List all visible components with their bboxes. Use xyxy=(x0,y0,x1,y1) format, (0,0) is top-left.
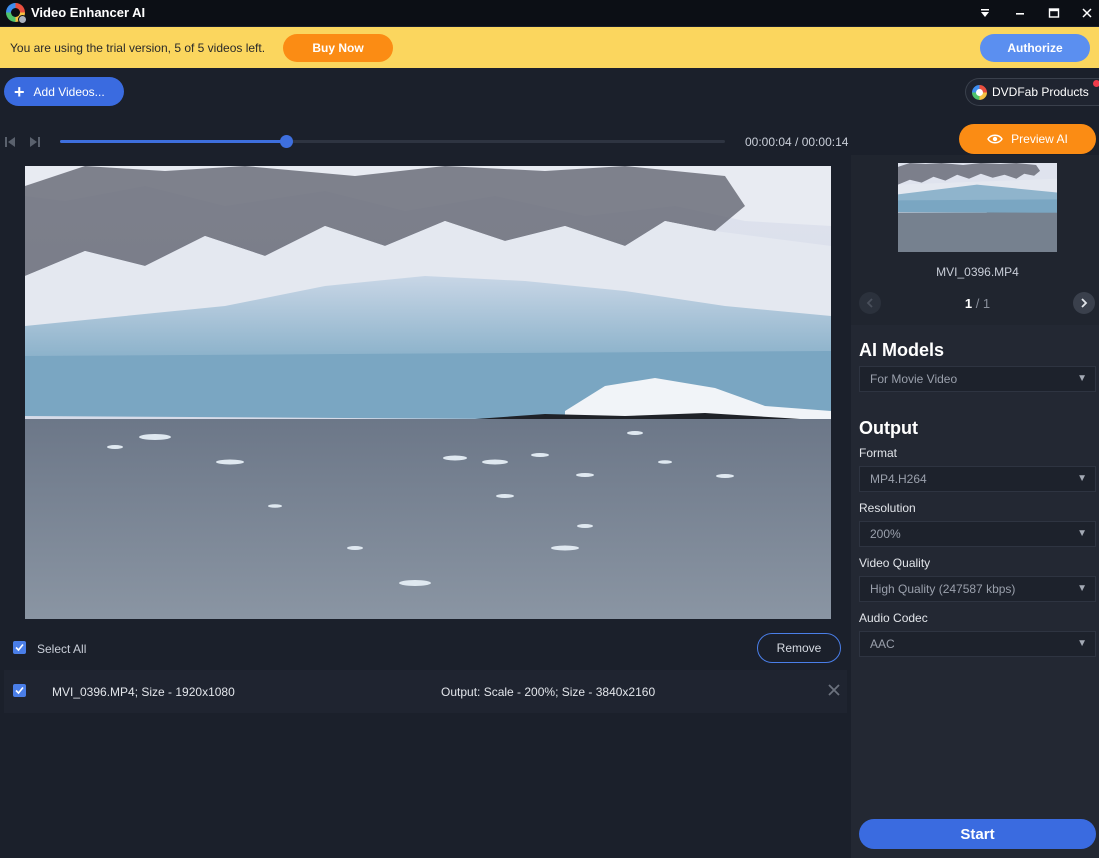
row-output-info: Output: Scale - 200%; Size - 3840x2160 xyxy=(441,685,656,699)
minimize-icon[interactable] xyxy=(1003,0,1037,26)
ai-model-value: For Movie Video xyxy=(870,372,958,386)
preview-ai-label: Preview AI xyxy=(1011,132,1068,146)
resolution-label: Resolution xyxy=(859,501,916,515)
video-quality-label: Video Quality xyxy=(859,556,931,570)
pager-next-button[interactable] xyxy=(1073,292,1095,314)
progress-fill xyxy=(60,140,287,143)
preview-ai-button[interactable]: Preview AI xyxy=(959,124,1096,154)
audio-codec-select[interactable]: AAC ▼ xyxy=(859,631,1096,657)
maximize-icon[interactable] xyxy=(1037,0,1071,26)
row-checkbox[interactable] xyxy=(13,684,26,697)
pager-total: / 1 xyxy=(972,296,991,311)
pager-current: 1 xyxy=(964,296,973,311)
dropdown-arrow-icon: ▼ xyxy=(1077,373,1087,384)
pager-indicator: 1 / 1 xyxy=(851,296,1099,311)
video-thumbnail[interactable] xyxy=(898,163,1057,252)
video-preview xyxy=(25,166,831,619)
thumbnail-file-name: MVI_0396.MP4 xyxy=(936,265,1019,279)
video-quality-select[interactable]: High Quality (247587 kbps) ▼ xyxy=(859,576,1096,602)
output-title: Output xyxy=(859,418,918,438)
remove-button[interactable]: Remove xyxy=(757,633,841,663)
time-readout: 00:00:04 / 00:00:14 xyxy=(745,135,849,149)
add-videos-label: Add Videos... xyxy=(33,84,105,99)
start-button[interactable]: Start xyxy=(859,819,1096,849)
resolution-value: 200% xyxy=(870,527,901,541)
dropdown-arrow-icon: ▼ xyxy=(1077,473,1087,484)
eye-icon xyxy=(987,134,1003,144)
row-remove-icon[interactable] xyxy=(827,683,841,702)
resolution-select[interactable]: 200% ▼ xyxy=(859,521,1096,547)
audio-codec-value: AAC xyxy=(870,637,895,651)
thumbnail-area: MVI_0396.MP4 1 / 1 xyxy=(851,155,1099,325)
row-file-name: MVI_0396.MP4; Size - 1920x1080 xyxy=(52,685,235,699)
dropdown-arrow-icon: ▼ xyxy=(1077,528,1087,539)
chevron-right-icon xyxy=(1081,298,1088,308)
format-label: Format xyxy=(859,446,898,460)
add-videos-button[interactable]: + Add Videos... xyxy=(4,77,124,106)
select-all-checkbox[interactable] xyxy=(13,641,26,654)
dvdfab-logo-icon xyxy=(972,84,987,100)
authorize-button[interactable]: Authorize xyxy=(980,34,1090,62)
skip-previous-icon[interactable] xyxy=(4,135,16,153)
ai-model-select[interactable]: For Movie Video ▼ xyxy=(859,366,1096,392)
buy-now-button[interactable]: Buy Now xyxy=(283,34,393,62)
format-value: MP4.H264 xyxy=(870,472,927,486)
settings-panel: MVI_0396.MP4 1 / 1 AI Models For Movie V… xyxy=(851,155,1099,858)
playback-progress-bar[interactable] xyxy=(60,135,725,148)
menu-dropdown-icon[interactable] xyxy=(968,0,1002,26)
skip-next-icon[interactable] xyxy=(29,135,41,153)
close-icon[interactable] xyxy=(1070,0,1099,26)
title-bar: Video Enhancer AI xyxy=(0,0,1099,26)
dropdown-arrow-icon: ▼ xyxy=(1077,638,1087,649)
video-quality-value: High Quality (247587 kbps) xyxy=(870,582,1016,596)
ai-models-title: AI Models xyxy=(859,340,945,360)
plus-icon: + xyxy=(14,81,25,102)
audio-codec-label: Audio Codec xyxy=(859,611,928,625)
window-title: Video Enhancer AI xyxy=(31,5,146,20)
dvdfab-products-label: DVDFab Products xyxy=(992,85,1089,99)
progress-handle[interactable] xyxy=(280,135,294,148)
trial-banner: You are using the trial version, 5 of 5 … xyxy=(0,27,1099,68)
trial-message: You are using the trial version, 5 of 5 … xyxy=(10,41,266,55)
dropdown-arrow-icon: ▼ xyxy=(1077,583,1087,594)
dvdfab-products-button[interactable]: DVDFab Products xyxy=(965,78,1099,106)
table-row[interactable]: MVI_0396.MP4; Size - 1920x1080 Output: S… xyxy=(4,670,847,713)
select-all-label: Select All xyxy=(37,642,87,656)
format-select[interactable]: MP4.H264 ▼ xyxy=(859,466,1096,492)
notification-dot xyxy=(1093,80,1099,87)
app-logo-icon xyxy=(6,3,27,24)
